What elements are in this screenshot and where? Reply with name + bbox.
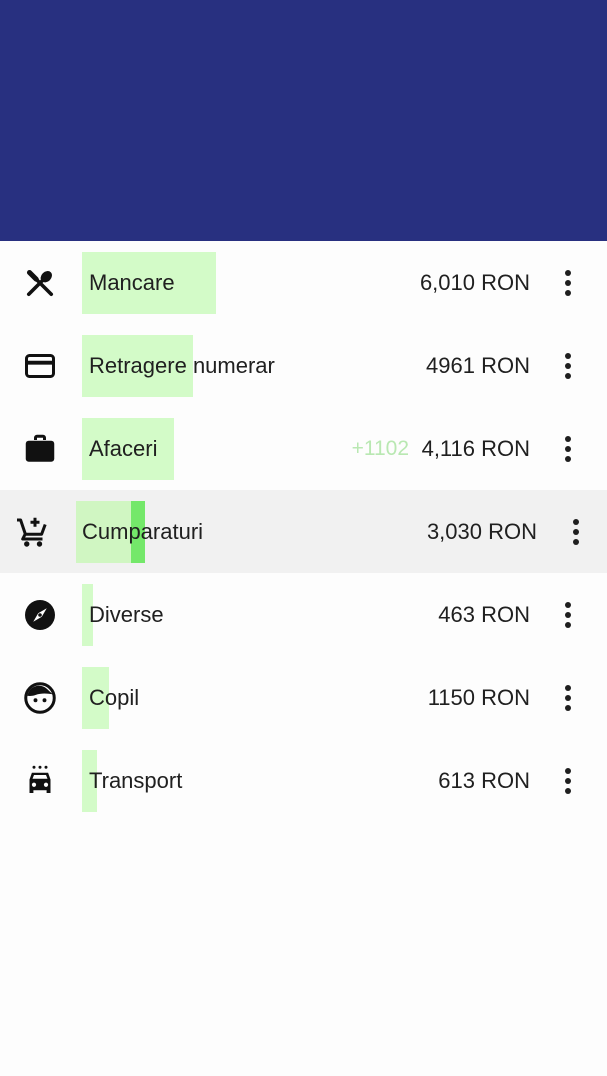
category-row-cumparaturi[interactable]: Cumparaturi 3,030 RON [0, 490, 607, 573]
category-amount: 6,010 RON [419, 270, 530, 295]
taxi-icon [22, 763, 58, 799]
category-name: Cumparaturi [82, 519, 204, 544]
child-face-icon [22, 680, 58, 716]
compass-icon [22, 597, 58, 633]
category-row-transport[interactable]: Transport 613 RON [0, 739, 607, 822]
amount-change: +1102 [351, 437, 409, 460]
fork-spoon-icon-graphic [26, 269, 54, 297]
category-amount: 4961 RON [426, 353, 530, 378]
category-row-diverse[interactable]: Diverse 463 RON [0, 573, 607, 656]
credit-card-icon-graphic [25, 354, 55, 378]
category-amount: 3,030 RON [426, 519, 537, 544]
briefcase-icon [22, 431, 58, 467]
category-list: Mancare 6,010 RON Retragere numerar 4961… [0, 241, 607, 822]
category-amount: 1150 RON [427, 685, 530, 710]
category-name: Transport [89, 768, 183, 793]
taxi-icon-graphic [29, 765, 51, 793]
add-to-cart-icon-graphic [17, 517, 47, 547]
more-options-icon[interactable] [553, 262, 583, 304]
category-name: Copil [89, 685, 140, 710]
category-row-mancare[interactable]: Mancare 6,010 RON [0, 241, 607, 324]
compass-icon-graphic [25, 600, 55, 630]
category-name: Afaceri [89, 436, 158, 461]
category-row-retragere-numerar[interactable]: Retragere numerar 4961 RON [0, 324, 607, 407]
app-header [0, 0, 607, 241]
category-amount: 613 RON [438, 768, 530, 793]
category-row-afaceri[interactable]: Afaceri +1102 4,116 RON [0, 407, 607, 490]
category-row-copil[interactable]: Copil 1150 RON [0, 656, 607, 739]
briefcase-icon-graphic [25, 434, 55, 462]
more-options-icon[interactable] [553, 428, 583, 470]
category-name: Mancare [89, 270, 175, 295]
category-name: Retragere numerar [89, 353, 275, 378]
category-name: Diverse [89, 602, 164, 627]
category-amount: 4,116 RON [421, 436, 530, 461]
fork-spoon-icon [22, 265, 58, 301]
more-options-icon[interactable] [553, 345, 583, 387]
add-to-cart-icon [14, 514, 50, 550]
more-options-icon[interactable] [553, 677, 583, 719]
more-options-icon[interactable] [553, 594, 583, 636]
child-face-icon-graphic [24, 682, 56, 714]
category-amount: 463 RON [438, 602, 530, 627]
more-options-icon[interactable] [561, 511, 591, 553]
credit-card-icon [22, 348, 58, 384]
more-options-icon[interactable] [553, 760, 583, 802]
